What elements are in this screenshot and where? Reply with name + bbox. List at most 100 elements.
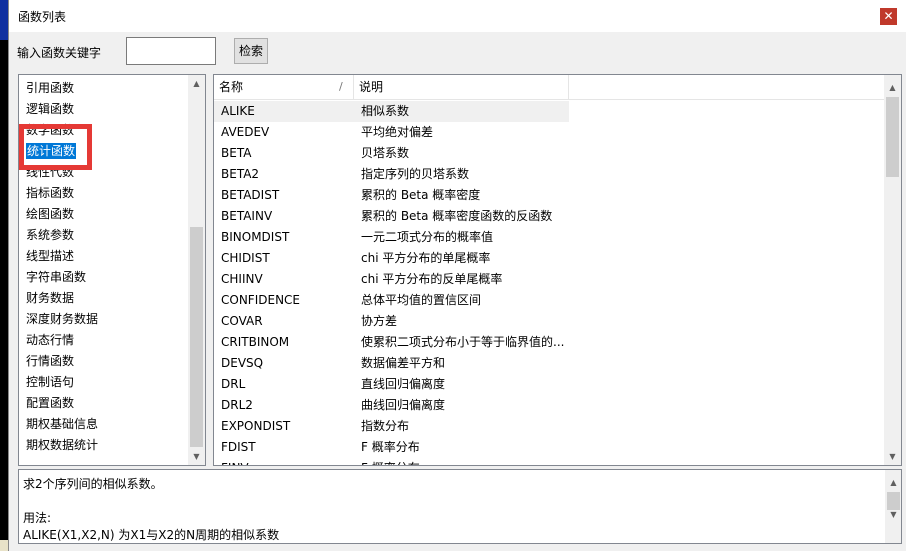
table-row[interactable]: AVEDEV 平均绝对偏差 (214, 122, 884, 143)
function-name-cell: DEVSQ (221, 356, 264, 370)
function-desc-cell: 指定序列的贝塔系数 (361, 167, 470, 181)
title-bar: 函数列表 ✕ (9, 0, 906, 32)
category-item-label: 逻辑函数 (26, 102, 75, 116)
category-item[interactable]: 财务数据 (26, 288, 74, 308)
category-item-label: 线性代数 (26, 165, 75, 179)
table-row[interactable]: BETA2 指定序列的贝塔系数 (214, 164, 884, 185)
scroll-down-icon[interactable]: ▼ (188, 448, 205, 465)
category-item[interactable]: 系统参数 (26, 225, 74, 245)
category-item[interactable]: 引用函数 (26, 78, 74, 98)
category-item-label: 线型描述 (26, 249, 75, 263)
category-item-label: 深度财务数据 (26, 312, 99, 326)
category-list[interactable]: 引用函数逻辑函数数学函数统计函数线性代数指标函数绘图函数系统参数线型描述字符串函… (18, 74, 206, 466)
function-desc-cell: chi 平方分布的单尾概率 (361, 251, 491, 265)
table-row[interactable]: BETAINV 累积的 Beta 概率密度函数的反函数 (214, 206, 884, 227)
category-item[interactable]: 配置函数 (26, 393, 74, 413)
function-table[interactable]: 名称 / 说明 ALIKE 相似系数 AVEDEV 平均绝对偏差 BETA 贝塔系数 BET… (213, 74, 902, 466)
function-desc-cell: 曲线回归偏离度 (361, 398, 446, 412)
close-button[interactable]: ✕ (880, 8, 897, 25)
function-desc-cell: chi 平方分布的反单尾概率 (361, 272, 503, 286)
description-line: 用法: (23, 511, 52, 525)
function-name-cell: CHIDIST (221, 251, 270, 265)
scroll-down-icon[interactable]: ▼ (884, 448, 901, 465)
function-desc-cell: 一元二项式分布的概率值 (361, 230, 494, 244)
scroll-up-icon[interactable]: ▲ (885, 474, 901, 491)
category-item-label: 数学函数 (26, 123, 75, 137)
table-row[interactable]: BINOMDIST 一元二项式分布的概率值 (214, 227, 884, 248)
category-item[interactable]: 统计函数 (26, 141, 77, 161)
scroll-thumb[interactable] (190, 227, 203, 447)
function-desc-cell: 贝塔系数 (361, 146, 410, 160)
table-row[interactable]: CRITBINOM 使累积二项式分布小于等于临界值的... (214, 332, 884, 353)
table-scrollbar[interactable]: ▲ ▼ (884, 75, 901, 465)
function-desc-cell: F 概率分布... (354, 458, 569, 465)
table-row[interactable]: EXPONDIST 指数分布 (214, 416, 884, 437)
column-header-desc[interactable]: 说明 (354, 75, 569, 99)
scroll-down-icon[interactable]: ▼ (885, 506, 901, 523)
function-name-cell: CHIINV (221, 272, 263, 286)
category-item-label: 期权数据统计 (26, 438, 99, 452)
category-item-label: 控制语句 (26, 375, 75, 389)
function-name-cell: CONFIDENCE (221, 293, 301, 307)
dialog-title: 函数列表 (18, 10, 67, 24)
function-name-cell: BETADIST (221, 188, 280, 202)
category-item-label: 统计函数 (26, 143, 77, 159)
description-scrollbar[interactable]: ▲ ▼ (885, 470, 901, 543)
search-input[interactable] (126, 37, 216, 65)
sort-indicator-icon: / (339, 80, 343, 93)
category-item-label: 字符串函数 (26, 270, 87, 284)
table-row[interactable]: CHIINV chi 平方分布的反单尾概率 (214, 269, 884, 290)
category-item[interactable]: 数学函数 (26, 120, 74, 140)
table-row[interactable]: DRL2 曲线回归偏离度 (214, 395, 884, 416)
table-row[interactable]: CHIDIST chi 平方分布的单尾概率 (214, 248, 884, 269)
category-item[interactable]: 绘图函数 (26, 204, 74, 224)
category-item-label: 财务数据 (26, 291, 75, 305)
function-desc-cell: 总体平均值的置信区间 (361, 293, 482, 307)
table-row[interactable]: DEVSQ 数据偏差平方和 (214, 353, 884, 374)
search-button[interactable]: 检索 (234, 38, 268, 64)
table-row[interactable]: ALIKE 相似系数 (214, 101, 884, 122)
function-desc-cell: 直线回归偏离度 (361, 377, 446, 391)
category-scrollbar[interactable]: ▲ ▼ (188, 75, 205, 465)
category-item-label: 系统参数 (26, 228, 75, 242)
table-row[interactable]: COVAR 协方差 (214, 311, 884, 332)
category-item[interactable]: 动态行情 (26, 330, 74, 350)
category-item[interactable]: 线性代数 (26, 162, 74, 182)
function-name-cell: DRL2 (221, 398, 253, 412)
close-icon: ✕ (883, 9, 894, 23)
scroll-up-icon[interactable]: ▲ (884, 79, 901, 96)
category-item[interactable]: 线型描述 (26, 246, 74, 266)
function-name-cell: DRL (221, 377, 246, 391)
category-item[interactable]: 字符串函数 (26, 267, 86, 287)
description-panel[interactable]: 求2个序列间的相似系数。 用法: ALIKE(X1,X2,N) 为X1与X2的N周期… (18, 469, 902, 544)
table-row[interactable]: BETADIST 累积的 Beta 概率密度 (214, 185, 884, 206)
table-row[interactable]: FINVF 概率分布... (214, 458, 884, 465)
category-item-label: 期权基础信息 (26, 417, 99, 431)
function-list-dialog: 函数列表 ✕ 输入函数关键字 检索 引用函数逻辑函数数学函数统计函数线性代数指标… (8, 0, 906, 551)
table-row[interactable]: DRL 直线回归偏离度 (214, 374, 884, 395)
column-header-name[interactable]: 名称 / (214, 75, 354, 99)
function-desc-cell: 指数分布 (361, 419, 410, 433)
category-item-label: 配置函数 (26, 396, 75, 410)
function-name-cell: ALIKE (214, 101, 354, 122)
scroll-thumb[interactable] (886, 97, 899, 177)
scroll-up-icon[interactable]: ▲ (188, 75, 205, 92)
category-item[interactable]: 逻辑函数 (26, 99, 74, 119)
function-name-cell: BETAINV (221, 209, 273, 223)
category-item[interactable]: 行情函数 (26, 351, 74, 371)
category-item-label: 指标函数 (26, 186, 75, 200)
category-item-label: 动态行情 (26, 333, 75, 347)
table-row[interactable]: CONFIDENCE 总体平均值的置信区间 (214, 290, 884, 311)
category-item[interactable]: 期权基础信息 (26, 414, 98, 434)
category-item[interactable]: 指标函数 (26, 183, 74, 203)
table-row[interactable]: FDIST F 概率分布 (214, 437, 884, 458)
category-item-label: 绘图函数 (26, 207, 75, 221)
category-item[interactable]: 控制语句 (26, 372, 74, 392)
category-item[interactable]: 深度财务数据 (26, 309, 98, 329)
function-desc-cell: 协方差 (361, 314, 398, 328)
category-item[interactable]: 期权数据统计 (26, 435, 98, 455)
table-row[interactable]: BETA 贝塔系数 (214, 143, 884, 164)
search-label: 输入函数关键字 (17, 46, 102, 60)
function-desc-cell: 相似系数 (354, 101, 569, 122)
function-name-cell: COVAR (221, 314, 263, 328)
